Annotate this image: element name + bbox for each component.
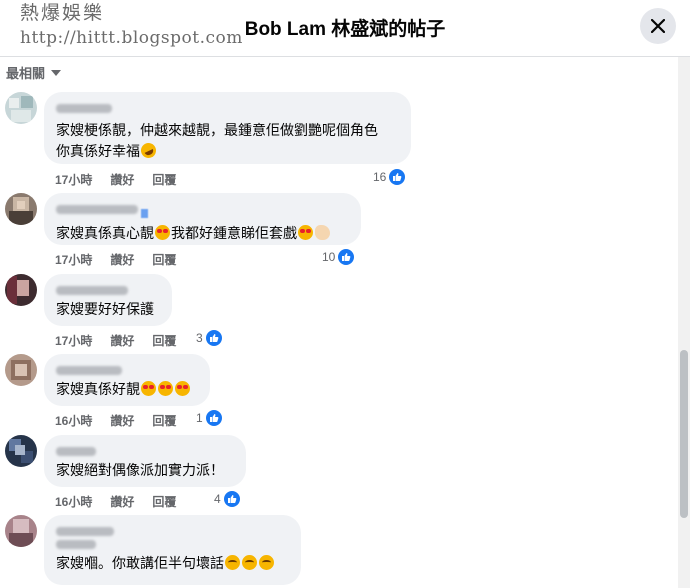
reply-button[interactable]: 回覆 [152,171,176,188]
blurred-author-name[interactable] [56,104,112,113]
like-button[interactable]: 讚好 [110,493,134,510]
like-button[interactable]: 讚好 [110,412,134,429]
verified-badge-icon [141,209,148,218]
pleading-emoji [242,555,257,570]
comment-sort-dropdown[interactable]: 最相關 [6,63,62,82]
pleading-emoji [259,555,274,570]
heart-eyes-emoji [298,225,313,240]
pleading-emoji [225,555,240,570]
comment-bubble: 家嫂絕對偶像派加實力派！ [44,435,246,487]
comment-actions: 17小時 讚好 回覆 [55,171,176,188]
thumbs-up-icon [205,410,222,426]
avatar[interactable] [5,92,37,124]
reaction-count[interactable]: 1 [196,410,222,426]
like-button[interactable]: 讚好 [110,171,134,188]
heart-eyes-emoji [158,381,173,396]
blurred-author-name[interactable] [56,447,96,456]
thumbs-up-icon [223,491,240,507]
reaction-count[interactable]: 16 [373,169,406,185]
comment-bubble: 家嫂梗係靚，仲越來越靚，最鍾意佢做劉艷呢個角色 你真係好幸福 [44,92,411,164]
comment-time[interactable]: 17小時 [55,171,92,188]
caret-down-icon [51,69,62,76]
clap-emoji [315,225,330,240]
comment-bubble: 家嫂要好好保護 [44,274,172,326]
scrollbar-thumb[interactable] [680,350,688,518]
blurred-author-subtitle [56,540,96,549]
reaction-count[interactable]: 10 [322,249,355,265]
reaction-count-value: 10 [322,250,336,264]
blurred-author-name[interactable] [56,286,128,295]
close-icon [651,19,665,33]
comment-text: 家嫂絕對偶像派加實力派！ [56,462,224,478]
comment-text: 家嫂真係真心靚 我都好鍾意睇佢套戲 [56,223,349,244]
heart-eyes-emoji [141,381,156,396]
thumbs-up-icon [389,169,406,185]
comment-bubble: 家嫂嗰。你敢講佢半句壞話 [44,515,301,585]
post-header: 熱爆娛樂 http://hittt.blogspot.com Bob Lam 林… [0,0,690,57]
comment-time[interactable]: 17小時 [55,332,92,349]
reaction-count[interactable]: 4 [214,491,240,507]
comment-time[interactable]: 17小時 [55,251,92,268]
comment-text: 家嫂要好好保護 [56,301,154,317]
avatar[interactable] [5,274,37,306]
comment-text: 家嫂嗰。你敢講佢半句壞話 [56,553,289,574]
blurred-author-name[interactable] [56,527,114,536]
comment-actions: 17小時 讚好 回覆 [55,332,176,349]
thumbs-up-icon [205,330,222,346]
avatar[interactable] [5,515,37,547]
comment-actions: 16小時 讚好 回覆 [55,412,176,429]
reaction-count-value: 3 [196,331,203,345]
reply-button[interactable]: 回覆 [152,251,176,268]
sort-label: 最相關 [6,66,46,81]
avatar[interactable] [5,193,37,225]
page-title: Bob Lam 林盛斌的帖子 [244,19,446,40]
comment-actions: 17小時 讚好 回覆 [55,251,176,268]
avatar[interactable] [5,354,37,386]
avatar[interactable] [5,435,37,467]
comment-text: 家嫂真係好靚 [56,379,198,400]
comment-time[interactable]: 16小時 [55,493,92,510]
reply-button[interactable]: 回覆 [152,332,176,349]
comment-bubble: 家嫂真係好靚 [44,354,210,406]
scrollbar[interactable] [678,57,690,588]
reply-button[interactable]: 回覆 [152,493,176,510]
comment-text: 家嫂梗係靚，仲越來越靚，最鍾意佢做劉艷呢個角色 你真係好幸福 [56,122,378,161]
reaction-count-value: 1 [196,411,203,425]
comment-bubble: 家嫂真係真心靚 我都好鍾意睇佢套戲 [44,193,361,245]
like-button[interactable]: 讚好 [110,251,134,268]
heart-eyes-emoji [175,381,190,396]
blurred-author-name[interactable] [56,366,122,375]
close-button[interactable] [640,8,676,44]
reaction-count-value: 4 [214,492,221,506]
comment-actions: 16小時 讚好 回覆 [55,493,176,510]
heart-eyes-emoji [155,225,170,240]
thumbs-up-icon [338,249,355,265]
reaction-count-value: 16 [373,170,387,184]
blurred-author-name[interactable] [56,205,138,214]
reaction-count[interactable]: 3 [196,330,222,346]
comment-time[interactable]: 16小時 [55,412,92,429]
reply-button[interactable]: 回覆 [152,412,176,429]
like-button[interactable]: 讚好 [110,332,134,349]
rofl-emoji [138,140,159,161]
